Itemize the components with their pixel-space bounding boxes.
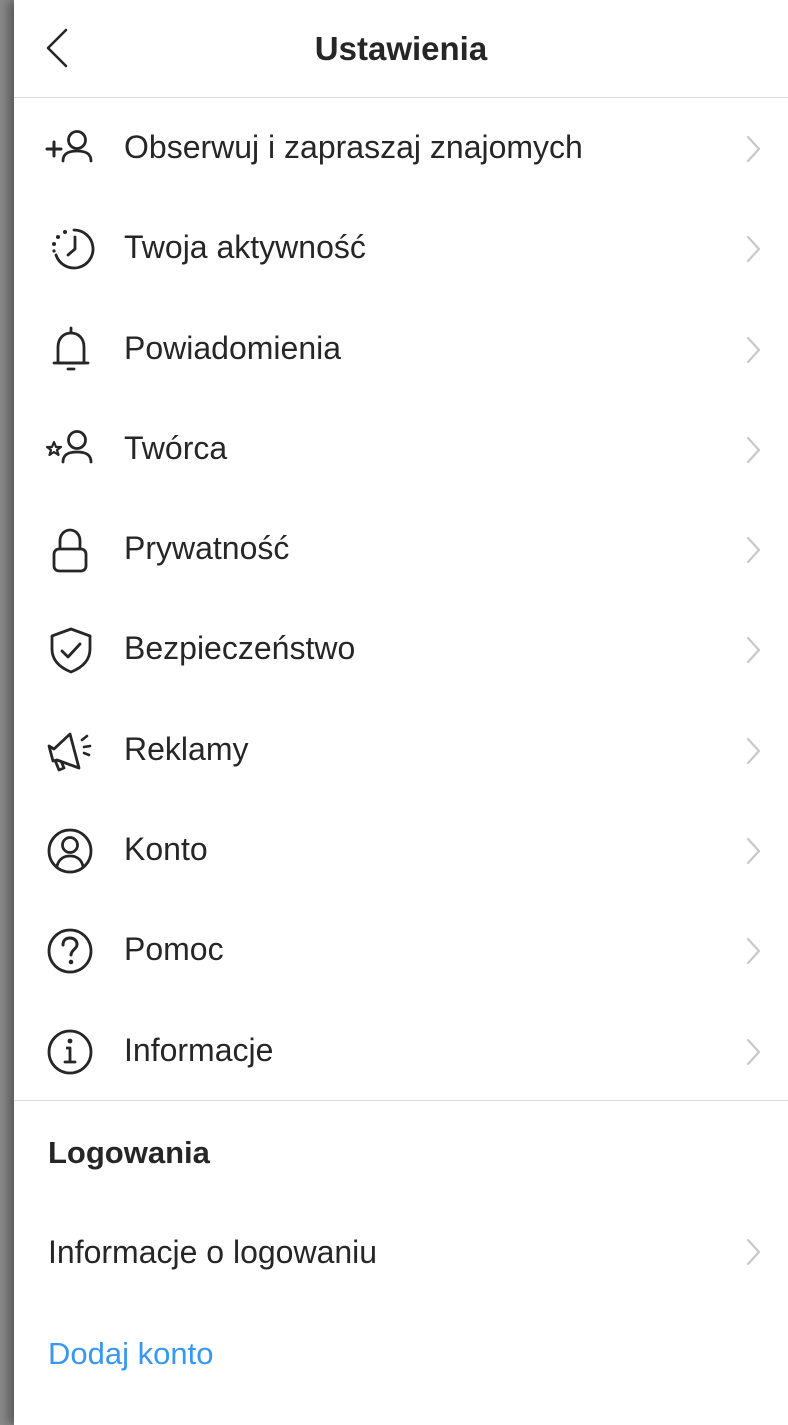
add-account-link[interactable]: Dodaj konto — [48, 1336, 213, 1372]
account-circle-icon — [44, 826, 100, 876]
menu-item-label: Powiadomienia — [124, 329, 342, 366]
activity-clock-icon — [44, 224, 100, 274]
header: Ustawienia — [14, 0, 788, 98]
page-title: Ustawienia — [314, 30, 488, 67]
chevron-right-icon — [746, 537, 761, 564]
menu-item-notifications[interactable]: Powiadomienia — [14, 300, 788, 400]
settings-menu: Obserwuj i zapraszaj znajomych Twoja akt… — [14, 99, 788, 1102]
logins-section-title: Logowania — [48, 1135, 210, 1170]
menu-item-follow-invite[interactable]: Obserwuj i zapraszaj znajomych — [14, 99, 788, 199]
chevron-right-icon — [746, 436, 761, 463]
menu-item-label: Konto — [124, 831, 208, 868]
login-info-item[interactable]: Informacje o logowaniu — [14, 1200, 788, 1300]
chevron-right-icon — [746, 1238, 761, 1266]
menu-item-about[interactable]: Informacje — [14, 1002, 788, 1102]
section-divider — [14, 1100, 788, 1101]
shield-check-icon — [44, 625, 100, 675]
menu-item-label: Reklamy — [124, 730, 249, 767]
menu-item-label: Prywatność — [124, 530, 290, 567]
menu-item-account[interactable]: Konto — [14, 801, 788, 901]
chevron-right-icon — [746, 236, 761, 263]
login-info-label: Informacje o logowaniu — [48, 1234, 378, 1270]
megaphone-icon — [44, 726, 100, 776]
add-person-icon — [44, 124, 100, 174]
menu-item-your-activity[interactable]: Twoja aktywność — [14, 199, 788, 299]
menu-item-security[interactable]: Bezpieczeństwo — [14, 600, 788, 700]
menu-item-creator[interactable]: Twórca — [14, 400, 788, 500]
menu-item-label: Informacje — [124, 1031, 274, 1068]
bell-icon — [44, 325, 100, 375]
info-icon — [44, 1027, 100, 1077]
menu-item-ads[interactable]: Reklamy — [14, 701, 788, 801]
menu-item-label: Pomoc — [124, 931, 224, 968]
chevron-right-icon — [746, 637, 761, 664]
menu-item-help[interactable]: Pomoc — [14, 901, 788, 1001]
chevron-right-icon — [746, 837, 761, 865]
menu-item-label: Twoja aktywność — [124, 229, 366, 266]
chevron-right-icon — [746, 135, 761, 163]
menu-item-label: Obserwuj i zapraszaj znajomych — [124, 129, 583, 165]
chevron-right-icon — [746, 1038, 761, 1065]
chevron-right-icon — [746, 938, 761, 965]
chevron-right-icon — [746, 737, 761, 764]
help-question-icon — [44, 926, 100, 976]
chevron-right-icon — [746, 336, 761, 363]
creator-star-person-icon — [44, 425, 100, 475]
lock-icon — [44, 525, 100, 575]
menu-item-privacy[interactable]: Prywatność — [14, 500, 788, 600]
menu-item-label: Twórca — [124, 429, 228, 466]
settings-screen: Ustawienia Obserwuj i zapraszaj znajomyc… — [14, 0, 788, 1425]
menu-item-label: Bezpieczeństwo — [124, 630, 356, 667]
